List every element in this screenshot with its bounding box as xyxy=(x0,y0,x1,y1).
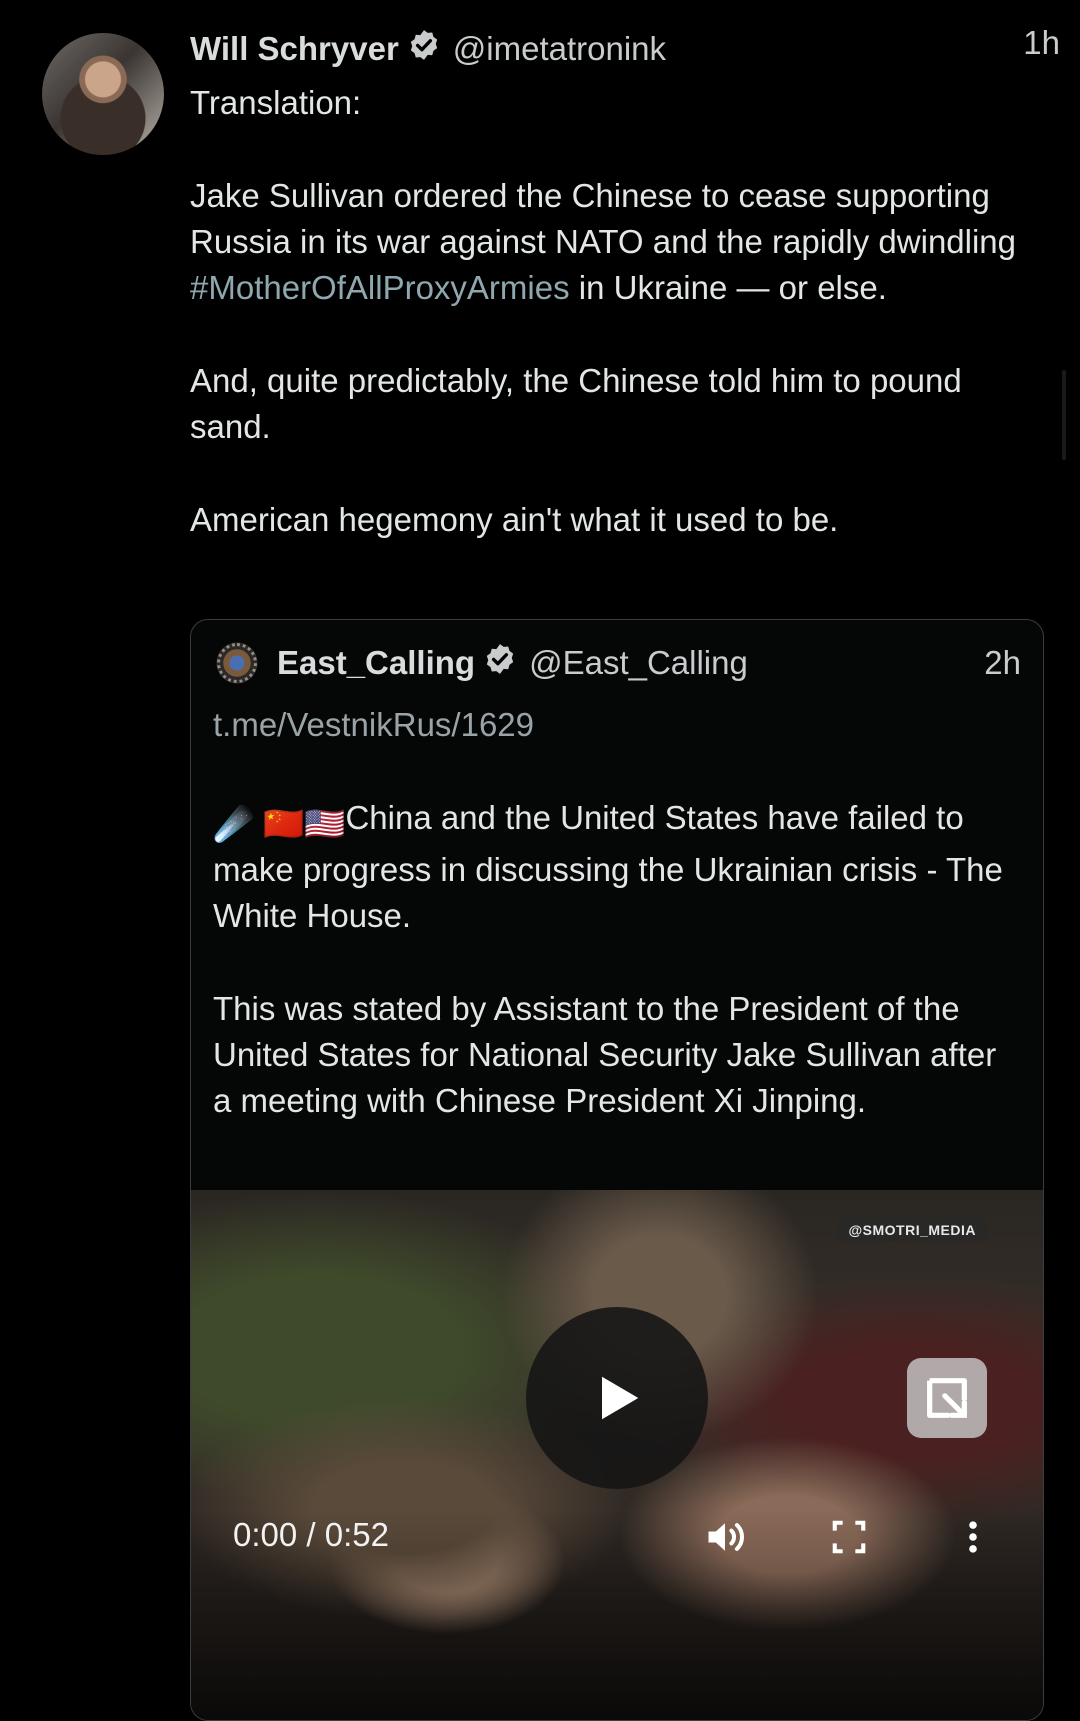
verified-badge-icon xyxy=(483,642,517,684)
post-text: in Ukraine — or else. xyxy=(569,269,887,306)
flag-us-emoji: 🇺🇸 xyxy=(304,805,346,842)
post-body: Translation: Jake Sullivan ordered the C… xyxy=(190,80,1050,590)
quoted-post[interactable]: East_Calling @East_Calling 2h t.me/Vestn… xyxy=(190,619,1044,1721)
fullscreen-button[interactable] xyxy=(825,1513,873,1561)
post-time: 1h xyxy=(1023,24,1060,61)
volume-icon xyxy=(708,1523,745,1551)
more-vertical-icon xyxy=(969,1521,977,1553)
author-handle[interactable]: @imetatronink xyxy=(453,30,666,68)
popout-button[interactable] xyxy=(907,1358,987,1438)
tweet-header: Will Schryver @imetatronink xyxy=(190,24,1050,74)
flag-china-emoji: 🇨🇳 xyxy=(263,805,305,842)
quoted-post-time: 2h xyxy=(984,644,1021,681)
quoted-post-header: East_Calling @East_Calling 2h xyxy=(213,639,1021,687)
avatar[interactable] xyxy=(42,33,164,155)
play-button[interactable] xyxy=(526,1307,708,1489)
quoted-author-name[interactable]: East_Calling xyxy=(277,644,475,682)
post-text: Jake Sullivan ordered the Chinese to cea… xyxy=(190,177,1017,260)
video-player[interactable]: @SMOTRI_MEDIA 0:00 / 0:52 xyxy=(191,1190,1043,1720)
volume-button[interactable] xyxy=(701,1513,749,1561)
verified-badge-icon xyxy=(407,28,441,70)
post-paragraph: Translation: xyxy=(190,84,362,121)
scrollbar[interactable] xyxy=(1062,370,1066,460)
quoted-author-handle[interactable]: @East_Calling xyxy=(529,644,748,682)
author-name[interactable]: Will Schryver xyxy=(190,30,399,68)
post-paragraph: And, quite predictably, the Chinese told… xyxy=(190,362,962,445)
quoted-avatar[interactable] xyxy=(213,639,261,687)
play-icon xyxy=(602,1376,639,1420)
quoted-post-body: t.me/VestnikRus/1629 ☄️ 🇨🇳🇺🇸China and th… xyxy=(213,702,1023,1171)
quoted-paragraph: This was stated by Assistant to the Pres… xyxy=(213,990,997,1119)
quoted-paragraph: ☄️ 🇨🇳🇺🇸China and the United States have … xyxy=(213,795,1023,939)
post-paragraph: Jake Sullivan ordered the Chinese to cea… xyxy=(190,173,1050,311)
video-time-display: 0:00 / 0:52 xyxy=(233,1516,389,1553)
comet-emoji: ☄️ xyxy=(213,805,255,842)
post-paragraph: American hegemony ain't what it used to … xyxy=(190,501,839,538)
more-options-button[interactable] xyxy=(949,1513,997,1561)
video-controls: 0:00 / 0:52 xyxy=(191,1508,1043,1568)
video-watermark: @SMOTRI_MEDIA xyxy=(836,1218,988,1242)
telegram-link[interactable]: t.me/VestnikRus/1629 xyxy=(213,702,1023,748)
popout-icon xyxy=(927,1378,967,1418)
hashtag-link[interactable]: #MotherOfAllProxyArmies xyxy=(190,269,570,306)
fullscreen-icon xyxy=(832,1520,866,1554)
